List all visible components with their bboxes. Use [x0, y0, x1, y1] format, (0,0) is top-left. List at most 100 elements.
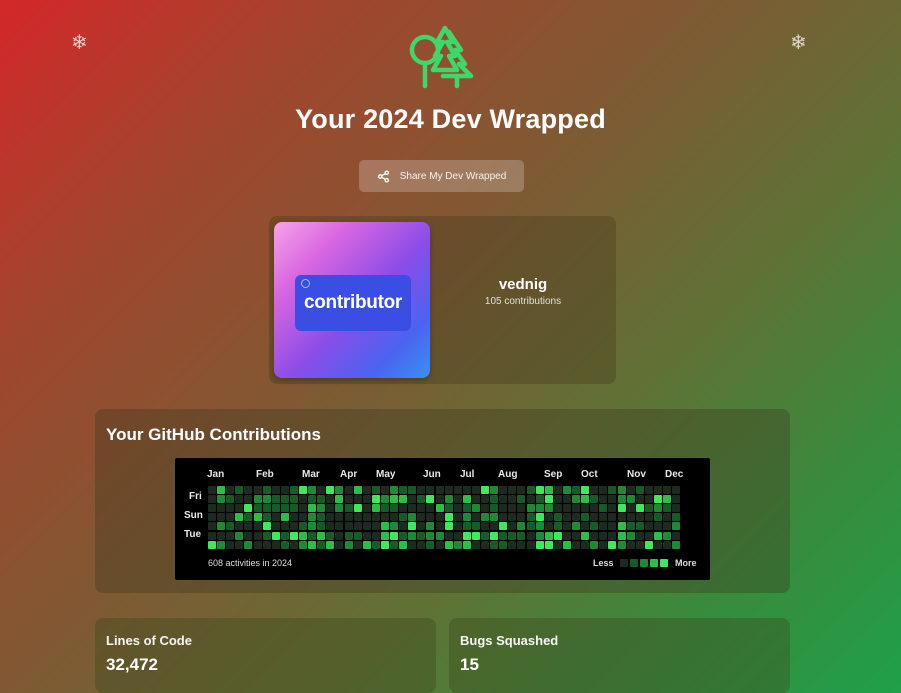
contribution-cell[interactable]	[308, 513, 317, 522]
contribution-cell[interactable]	[562, 504, 571, 513]
contribution-cell[interactable]	[371, 504, 380, 513]
contribution-cell[interactable]	[444, 495, 453, 504]
contribution-cell[interactable]	[335, 531, 344, 540]
contribution-cell[interactable]	[317, 540, 326, 549]
contribution-cell[interactable]	[426, 540, 435, 549]
contribution-cell[interactable]	[517, 513, 526, 522]
contribution-cell[interactable]	[626, 531, 635, 540]
contribution-cell[interactable]	[526, 513, 535, 522]
contribution-cell[interactable]	[608, 540, 617, 549]
contribution-cell[interactable]	[471, 540, 480, 549]
contribution-cell[interactable]	[626, 513, 635, 522]
contribution-cell[interactable]	[653, 522, 662, 531]
contribution-cell[interactable]	[435, 495, 444, 504]
contribution-cell[interactable]	[581, 531, 590, 540]
contribution-cell[interactable]	[426, 504, 435, 513]
contribution-cell[interactable]	[244, 495, 253, 504]
contribution-cell[interactable]	[526, 522, 535, 531]
contribution-cell[interactable]	[444, 531, 453, 540]
contribution-cell[interactable]	[581, 522, 590, 531]
contribution-cell[interactable]	[526, 486, 535, 494]
contribution-cell[interactable]	[553, 522, 562, 531]
contribution-cell[interactable]	[626, 522, 635, 531]
contribution-cell[interactable]	[253, 486, 262, 494]
contribution-cell[interactable]	[599, 504, 608, 513]
contribution-cell[interactable]	[399, 495, 408, 504]
contribution-cell[interactable]	[653, 540, 662, 549]
contribution-cell[interactable]	[644, 513, 653, 522]
contribution-cell[interactable]	[335, 540, 344, 549]
contribution-cell[interactable]	[380, 513, 389, 522]
contribution-cell[interactable]	[663, 513, 671, 522]
contribution-cell[interactable]	[517, 540, 526, 549]
contribution-cell[interactable]	[426, 495, 435, 504]
contribution-cell[interactable]	[390, 522, 398, 531]
contribution-cell[interactable]	[280, 531, 289, 540]
contribution-cell[interactable]	[462, 504, 471, 513]
contribution-cell[interactable]	[344, 531, 353, 540]
contribution-cell[interactable]	[453, 522, 462, 531]
contribution-cell[interactable]	[308, 540, 317, 549]
contribution-cell[interactable]	[599, 522, 608, 531]
contribution-cell[interactable]	[317, 495, 326, 504]
contribution-cell[interactable]	[371, 531, 380, 540]
contribution-cell[interactable]	[663, 531, 671, 540]
contribution-cell[interactable]	[453, 540, 462, 549]
contribution-cell[interactable]	[235, 486, 244, 494]
contribution-cell[interactable]	[289, 540, 298, 549]
contribution-cell[interactable]	[572, 540, 580, 549]
contribution-cell[interactable]	[244, 522, 253, 531]
contribution-cell[interactable]	[335, 522, 344, 531]
contribution-cell[interactable]	[508, 531, 517, 540]
contribution-cell[interactable]	[444, 486, 453, 494]
contribution-cell[interactable]	[344, 504, 353, 513]
contribution-cell[interactable]	[526, 504, 535, 513]
contribution-cell[interactable]	[672, 513, 681, 522]
contribution-cell[interactable]	[417, 486, 426, 494]
contribution-cell[interactable]	[390, 540, 398, 549]
contribution-cell[interactable]	[608, 531, 617, 540]
contribution-cell[interactable]	[617, 531, 626, 540]
contribution-cell[interactable]	[562, 522, 571, 531]
contribution-cell[interactable]	[526, 531, 535, 540]
contribution-cell[interactable]	[362, 522, 371, 531]
contribution-cell[interactable]	[572, 531, 580, 540]
contribution-cell[interactable]	[672, 486, 681, 494]
contribution-cell[interactable]	[453, 513, 462, 522]
contribution-cell[interactable]	[499, 504, 508, 513]
contribution-cell[interactable]	[562, 540, 571, 549]
contribution-cell[interactable]	[444, 513, 453, 522]
contribution-cell[interactable]	[490, 531, 499, 540]
contribution-cell[interactable]	[208, 486, 216, 494]
contribution-cell[interactable]	[217, 513, 226, 522]
contribution-cell[interactable]	[481, 495, 489, 504]
contribution-cell[interactable]	[208, 531, 216, 540]
contribution-cell[interactable]	[244, 513, 253, 522]
contribution-cell[interactable]	[417, 513, 426, 522]
contribution-cell[interactable]	[663, 504, 671, 513]
contribution-cell[interactable]	[562, 513, 571, 522]
contribution-cell[interactable]	[617, 540, 626, 549]
contribution-cell[interactable]	[544, 522, 553, 531]
contribution-cell[interactable]	[289, 513, 298, 522]
contribution-cell[interactable]	[508, 495, 517, 504]
contribution-cell[interactable]	[408, 495, 417, 504]
contribution-cell[interactable]	[253, 540, 262, 549]
contribution-cell[interactable]	[326, 522, 335, 531]
contribution-cell[interactable]	[308, 522, 317, 531]
contribution-cell[interactable]	[426, 513, 435, 522]
contribution-cell[interactable]	[344, 522, 353, 531]
contribution-cell[interactable]	[617, 486, 626, 494]
contribution-cell[interactable]	[235, 522, 244, 531]
contribution-cell[interactable]	[271, 513, 280, 522]
contribution-cell[interactable]	[280, 486, 289, 494]
contribution-cell[interactable]	[599, 513, 608, 522]
contribution-cell[interactable]	[672, 504, 681, 513]
contribution-cell[interactable]	[626, 486, 635, 494]
contribution-cell[interactable]	[326, 495, 335, 504]
contribution-cell[interactable]	[208, 495, 216, 504]
contribution-cell[interactable]	[362, 531, 371, 540]
contribution-cell[interactable]	[590, 522, 599, 531]
contribution-cell[interactable]	[535, 540, 544, 549]
contribution-cell[interactable]	[244, 486, 253, 494]
